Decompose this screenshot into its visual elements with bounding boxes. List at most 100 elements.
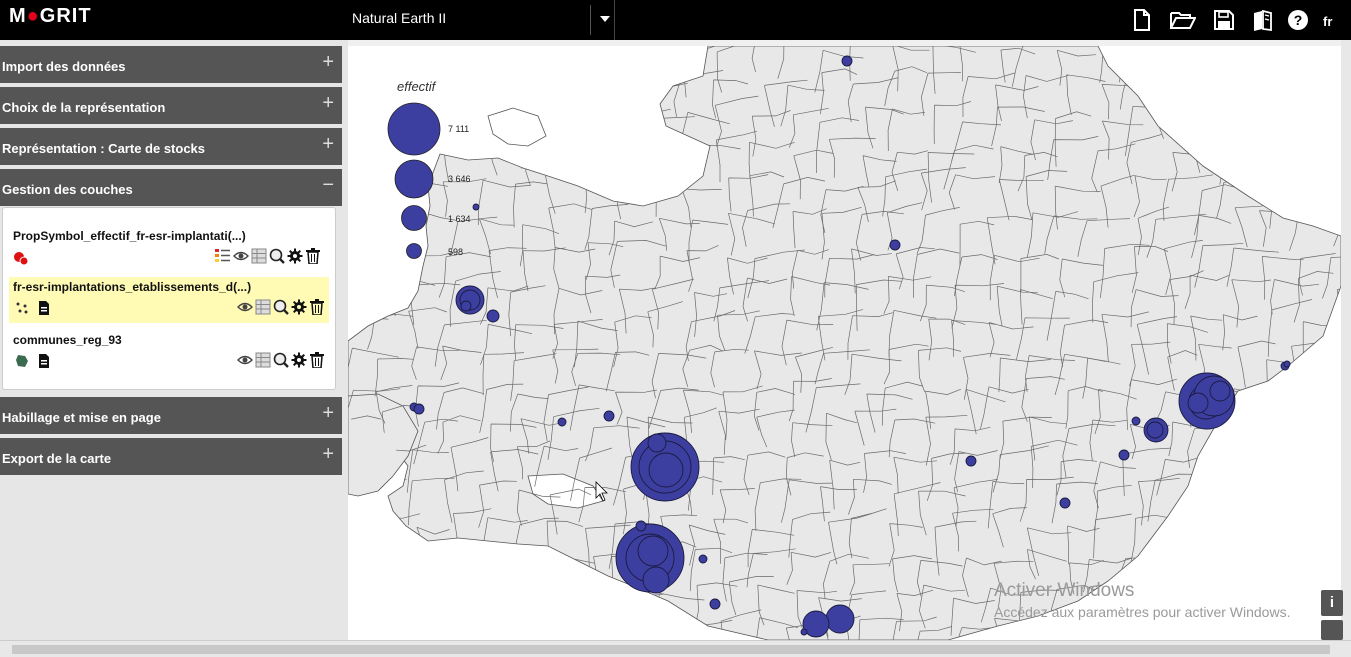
prop-symbol[interactable]	[889, 239, 901, 251]
prop-symbol[interactable]	[1118, 449, 1130, 461]
prop-symbol[interactable]	[1146, 421, 1164, 439]
eye-icon[interactable]	[233, 248, 249, 264]
gear-icon[interactable]	[287, 248, 303, 264]
eye-icon[interactable]	[237, 299, 253, 315]
prop-symbol[interactable]	[486, 309, 500, 323]
new-file-icon[interactable]	[1131, 9, 1153, 31]
prop-symbol[interactable]	[648, 452, 684, 488]
prop-symbol[interactable]	[637, 535, 669, 567]
info-button[interactable]: i	[1321, 590, 1343, 616]
windows-activation-watermark: Activer Windows Accédez aux paramètres p…	[994, 580, 1290, 620]
lock-icon[interactable]	[1321, 620, 1343, 640]
prop-symbol[interactable]	[965, 455, 977, 467]
commune-border	[1323, 148, 1341, 189]
prop-symbol[interactable]	[460, 300, 472, 312]
section-choice[interactable]: Choix de la représentation +	[0, 87, 342, 124]
legend-value-4: 598	[448, 247, 463, 257]
commune-border	[1230, 107, 1290, 161]
metadata-icon[interactable]	[37, 301, 51, 315]
prop-symbol[interactable]	[472, 203, 480, 211]
commune-border	[1327, 556, 1341, 594]
commune-border	[1228, 452, 1281, 504]
section-representation-label: Représentation : Carte de stocks	[2, 141, 206, 156]
prop-symbol[interactable]	[698, 554, 708, 564]
commune-border	[491, 560, 528, 593]
vertical-scrollbar[interactable]	[1341, 40, 1351, 640]
layer-name: fr-esr-implantations_etablissements_d(..…	[13, 280, 252, 294]
commune-border	[614, 593, 664, 639]
minus-icon[interactable]: −	[322, 174, 334, 197]
prop-symbol[interactable]	[709, 598, 721, 610]
gear-icon[interactable]	[291, 299, 307, 315]
commune-border	[1235, 528, 1271, 569]
legend-value-2: 3 646	[448, 174, 471, 184]
table-icon[interactable]	[255, 352, 271, 368]
trash-icon[interactable]	[309, 299, 325, 315]
section-representation[interactable]: Représentation : Carte de stocks +	[0, 128, 342, 165]
zoom-icon[interactable]	[273, 299, 289, 315]
zoom-icon[interactable]	[269, 248, 285, 264]
layer-item-selected[interactable]: fr-esr-implantations_etablissements_d(..…	[9, 277, 329, 323]
legend-value-3: 1 634	[448, 214, 471, 224]
metadata-icon[interactable]	[37, 354, 51, 368]
commune-border	[1303, 139, 1341, 194]
commune-border	[1253, 417, 1307, 460]
eye-icon[interactable]	[237, 352, 253, 368]
table-icon[interactable]	[251, 248, 267, 264]
select-divider	[590, 5, 591, 35]
chevron-down-icon[interactable]	[600, 16, 610, 22]
prop-symbol[interactable]	[841, 55, 853, 67]
legend-icon[interactable]	[215, 248, 231, 264]
section-import[interactable]: Import des données +	[0, 46, 342, 83]
prop-symbol[interactable]	[825, 604, 855, 634]
commune-border	[1324, 46, 1341, 80]
layer-item[interactable]: PropSymbol_effectif_fr-esr-implantati(..…	[9, 226, 329, 272]
watermark-title: Activer Windows	[994, 580, 1135, 601]
section-export-label: Export de la carte	[2, 451, 112, 466]
prop-symbol[interactable]	[642, 566, 670, 594]
prop-symbol[interactable]	[1187, 392, 1209, 414]
commune-border	[348, 46, 383, 91]
book-icon[interactable]	[1251, 9, 1273, 31]
prop-symbol[interactable]	[1131, 416, 1141, 426]
table-icon[interactable]	[255, 299, 271, 315]
prop-symbol[interactable]	[1283, 360, 1291, 368]
prop-symbol[interactable]	[557, 417, 567, 427]
plus-icon[interactable]: +	[322, 133, 334, 156]
prop-symbol[interactable]	[413, 403, 425, 415]
basemap-select[interactable]: Natural Earth II	[343, 0, 615, 40]
commune-border	[1333, 109, 1341, 153]
plus-icon[interactable]: +	[322, 443, 334, 466]
plus-icon[interactable]: +	[322, 402, 334, 425]
zoom-icon[interactable]	[273, 352, 289, 368]
trash-icon[interactable]	[305, 248, 321, 264]
prop-symbol[interactable]	[635, 520, 647, 532]
communes-layer[interactable]	[348, 46, 1341, 640]
prop-symbol[interactable]	[1059, 497, 1071, 509]
section-layers[interactable]: Gestion des couches −	[0, 169, 342, 206]
legend-circle-4	[406, 243, 422, 259]
prop-symbol[interactable]	[800, 628, 808, 636]
horizontal-scrollbar[interactable]	[0, 640, 1351, 657]
inlet	[487, 107, 547, 147]
help-icon[interactable]: ?	[1287, 9, 1309, 31]
save-icon[interactable]	[1213, 9, 1235, 31]
prop-symbol[interactable]	[647, 433, 667, 453]
plus-icon[interactable]: +	[322, 92, 334, 115]
layer-item[interactable]: communes_reg_93	[9, 330, 329, 376]
commune-border	[613, 623, 659, 640]
open-folder-icon[interactable]	[1170, 9, 1196, 31]
section-layout[interactable]: Habillage et mise en page +	[0, 397, 342, 434]
commune-border	[348, 104, 392, 154]
trash-icon[interactable]	[309, 352, 325, 368]
prop-symbol[interactable]	[603, 410, 615, 422]
gear-icon[interactable]	[291, 352, 307, 368]
scrollbar-thumb[interactable]	[12, 645, 1330, 654]
language-switch[interactable]: fr	[1323, 14, 1332, 29]
section-export[interactable]: Export de la carte +	[0, 438, 342, 475]
plus-icon[interactable]: +	[322, 51, 334, 74]
prop-symbol[interactable]	[1209, 380, 1231, 402]
map-svg[interactable]: effectif 7 111 3 646 1 634 598	[348, 46, 1341, 640]
legend-circle-3	[401, 205, 427, 231]
map-canvas[interactable]: effectif 7 111 3 646 1 634 598	[348, 46, 1341, 640]
